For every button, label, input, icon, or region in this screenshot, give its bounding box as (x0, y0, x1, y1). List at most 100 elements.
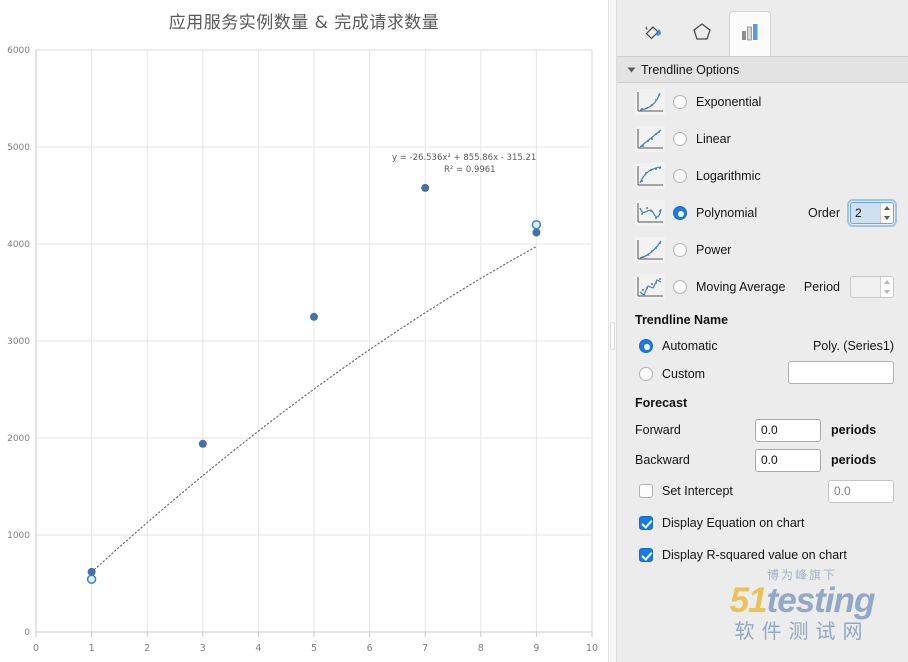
period-increment-button (881, 277, 893, 287)
trendline-option-moving-average[interactable]: Moving Average Period (617, 268, 908, 305)
svg-text:3: 3 (200, 643, 206, 654)
svg-text:2000: 2000 (7, 434, 30, 444)
trendline-option-exponential[interactable]: Exponential (617, 83, 908, 120)
chevron-down-icon[interactable] (627, 67, 636, 72)
forward-label: Forward (635, 423, 681, 437)
radio-linear[interactable] (673, 131, 687, 146)
checkbox-display-r-squared[interactable] (639, 548, 653, 562)
checkbox-set-intercept[interactable] (639, 484, 653, 498)
radio-automatic-name[interactable] (639, 339, 653, 353)
tab-effects[interactable] (681, 11, 723, 56)
svg-text:8: 8 (478, 643, 484, 654)
trendline-name-group-title: Trendline Name (635, 313, 729, 327)
paint-bucket-icon (642, 20, 666, 47)
label-set-intercept: Set Intercept (662, 484, 733, 498)
panel-resize-handle[interactable] (610, 322, 615, 350)
checkbox-display-equation[interactable] (639, 516, 653, 530)
svg-text:0: 0 (33, 643, 39, 654)
set-intercept-input[interactable]: 0.0 (828, 479, 894, 503)
plot-area[interactable]: 6000 5000 4000 3000 2000 1000 0 0 1 2 3 … (0, 40, 608, 662)
label-linear: Linear (696, 131, 731, 146)
tab-chart-options[interactable] (729, 10, 771, 56)
svg-text:2: 2 (144, 643, 150, 654)
format-trendline-panel: Trendline Options Exponential Linear Log… (617, 0, 908, 662)
logarithmic-thumbnail-icon (635, 162, 665, 189)
trendline-equation-label: y = -26.536x² + 855.86x - 315.21 (392, 153, 537, 163)
backward-input[interactable]: 0.0 (755, 448, 821, 472)
trendline-options-header[interactable]: Trendline Options (617, 57, 908, 83)
panel-tabbar (617, 0, 908, 57)
svg-text:4000: 4000 (7, 240, 30, 250)
svg-text:10: 10 (586, 643, 598, 654)
trendline-name-custom-row[interactable]: Custom (617, 360, 908, 388)
panel-body: Exponential Linear Logarithmic Polynomia… (617, 83, 908, 571)
pentagon-icon (690, 20, 714, 47)
watermark: 博为峰旗下 51testing 软件测试网 (704, 566, 900, 658)
set-intercept-row[interactable]: Set Intercept 0.0 (617, 475, 908, 507)
period-stepper (850, 275, 894, 298)
trendline-name-automatic-row[interactable]: Automatic Poly. (Series1) (617, 332, 908, 360)
panel-divider[interactable] (608, 0, 617, 662)
svg-text:4: 4 (255, 643, 261, 654)
custom-name-input[interactable] (788, 361, 894, 384)
order-value[interactable]: 2 (851, 202, 880, 223)
scatter-plot-svg: 6000 5000 4000 3000 2000 1000 0 0 1 2 3 … (7, 46, 598, 654)
order-label: Order (808, 205, 840, 220)
section-title: Trendline Options (641, 62, 740, 77)
trendline-rsquared-label: R² = 0.9961 (444, 165, 496, 175)
backward-periods-unit: periods (831, 453, 877, 467)
forecast-group-title: Forecast (635, 396, 688, 410)
order-stepper[interactable]: 2 (847, 198, 897, 227)
radio-polynomial[interactable] (673, 205, 687, 220)
svg-text:1: 1 (89, 643, 95, 654)
app-window: 应用服务实例数量 & 完成请求数量 6000 5000 4000 3000 20… (0, 0, 908, 662)
caret-down-icon (884, 215, 890, 220)
caret-up-icon (884, 205, 890, 210)
display-equation-row[interactable]: Display Equation on chart (617, 507, 908, 539)
svg-text:6: 6 (367, 643, 373, 654)
svg-text:9: 9 (533, 643, 539, 654)
bar-chart-icon (738, 20, 762, 47)
svg-text:1000: 1000 (7, 531, 30, 541)
trendline-option-polynomial[interactable]: Polynomial Order 2 (617, 194, 908, 231)
radio-exponential[interactable] (673, 94, 687, 109)
radio-custom-name[interactable] (639, 367, 653, 381)
watermark-logo-testing: testing (766, 581, 876, 620)
forecast-backward-row: Backward 0.0 periods (617, 445, 908, 475)
radio-moving-average[interactable] (673, 279, 687, 294)
radio-power[interactable] (673, 242, 687, 257)
label-power: Power (696, 242, 732, 257)
watermark-bottom-text: 软件测试网 (734, 619, 870, 643)
label-custom: Custom (662, 367, 706, 381)
display-r-squared-row[interactable]: Display R-squared value on chart (617, 539, 908, 571)
tab-fill-and-line[interactable] (633, 11, 675, 56)
order-stepper-arrows[interactable] (880, 202, 893, 223)
label-logarithmic: Logarithmic (696, 168, 761, 183)
radio-logarithmic[interactable] (673, 168, 687, 183)
caret-up-icon (884, 279, 890, 284)
chart-pane[interactable]: 应用服务实例数量 & 完成请求数量 6000 5000 4000 3000 20… (0, 0, 608, 662)
forward-input[interactable]: 0.0 (755, 418, 821, 442)
label-automatic: Automatic (662, 339, 718, 353)
trendline-option-power[interactable]: Power (617, 231, 908, 268)
svg-text:5000: 5000 (7, 143, 30, 153)
forecast-forward-row: Forward 0.0 periods (617, 415, 908, 445)
forward-periods-unit: periods (831, 423, 877, 437)
period-decrement-button (881, 287, 893, 297)
polynomial-thumbnail-icon (635, 199, 665, 226)
trendline-option-logarithmic[interactable]: Logarithmic (617, 157, 908, 194)
watermark-logo-51: 51 (729, 581, 768, 620)
trendline-option-linear[interactable]: Linear (617, 120, 908, 157)
caret-down-icon (884, 289, 890, 294)
period-label: Period (803, 279, 840, 294)
backward-label: Backward (635, 453, 690, 467)
label-display-equation: Display Equation on chart (662, 516, 805, 530)
order-increment-button[interactable] (881, 203, 893, 213)
moving-average-thumbnail-icon (635, 273, 665, 300)
svg-text:3000: 3000 (7, 337, 30, 347)
label-display-r-squared: Display R-squared value on chart (662, 548, 847, 562)
label-exponential: Exponential (696, 94, 762, 109)
svg-text:0: 0 (24, 628, 30, 638)
svg-text:6000: 6000 (7, 46, 30, 56)
order-decrement-button[interactable] (881, 213, 893, 223)
